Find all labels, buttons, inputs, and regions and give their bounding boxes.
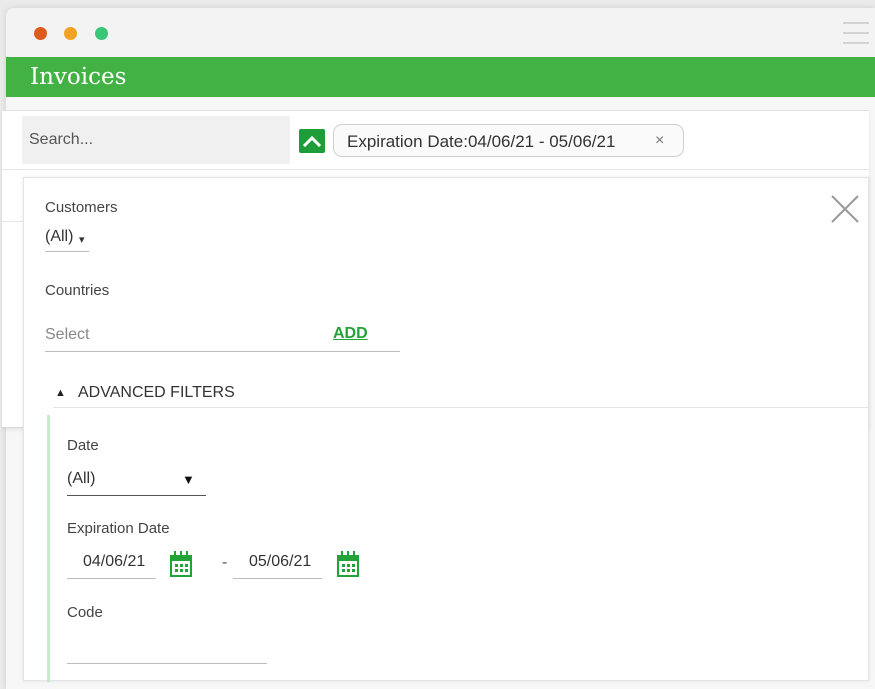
customers-selected-value: (All)	[45, 228, 74, 245]
expiration-date-from-input[interactable]: 04/06/21	[67, 551, 156, 579]
window-minimize-dot[interactable]	[64, 27, 77, 40]
customers-select[interactable]: (All) ▾	[45, 226, 89, 252]
date-select[interactable]: (All) ▼	[67, 468, 206, 496]
dropdown-arrow-icon: ▾	[79, 234, 85, 246]
dropdown-arrow-icon: ▼	[182, 472, 195, 487]
page-title: Invoices	[30, 64, 127, 90]
close-icon[interactable]: ×	[655, 132, 664, 150]
add-country-link[interactable]: ADD	[333, 325, 368, 343]
divider	[2, 169, 869, 170]
active-filter-chip[interactable]: Expiration Date:04/06/21 - 05/06/21 ×	[333, 124, 684, 157]
calendar-icon[interactable]	[170, 551, 192, 577]
advanced-filters-indicator	[47, 415, 50, 682]
expiration-date-to-input[interactable]: 05/06/21	[233, 551, 322, 579]
expiration-date-label: Expiration Date	[67, 520, 170, 537]
collapse-filters-button[interactable]	[299, 129, 325, 153]
filter-chip-label: Expiration Date:04/06/21 - 05/06/21	[347, 132, 616, 151]
date-range-separator: -	[222, 554, 228, 571]
collapse-triangle-icon: ▲	[55, 387, 66, 399]
title-bar	[6, 8, 875, 57]
window-close-dot[interactable]	[34, 27, 47, 40]
search-input[interactable]	[22, 116, 290, 164]
countries-label: Countries	[45, 282, 110, 299]
window-maximize-dot[interactable]	[95, 27, 108, 40]
advanced-filters-label: ADVANCED FILTERS	[78, 384, 235, 401]
expiration-date-from-value: 04/06/21	[83, 553, 146, 570]
advanced-filters-toggle[interactable]: ▲ ADVANCED FILTERS	[53, 384, 870, 408]
date-selected-value: (All)	[67, 470, 96, 487]
date-label: Date	[67, 437, 99, 454]
close-icon[interactable]	[830, 194, 860, 224]
countries-placeholder: Select	[45, 326, 90, 343]
countries-select[interactable]: Select ADD	[45, 322, 400, 352]
code-label: Code	[67, 604, 103, 621]
code-input[interactable]	[67, 636, 267, 664]
hamburger-menu-icon[interactable]	[843, 22, 869, 44]
calendar-icon[interactable]	[337, 551, 359, 577]
app-header: Invoices	[6, 57, 875, 97]
customers-label: Customers	[45, 199, 118, 216]
expiration-date-to-value: 05/06/21	[249, 553, 312, 570]
filter-panel: Customers (All) ▾ Countries Select ADD ▲…	[23, 177, 870, 682]
chevron-up-icon	[303, 135, 321, 148]
